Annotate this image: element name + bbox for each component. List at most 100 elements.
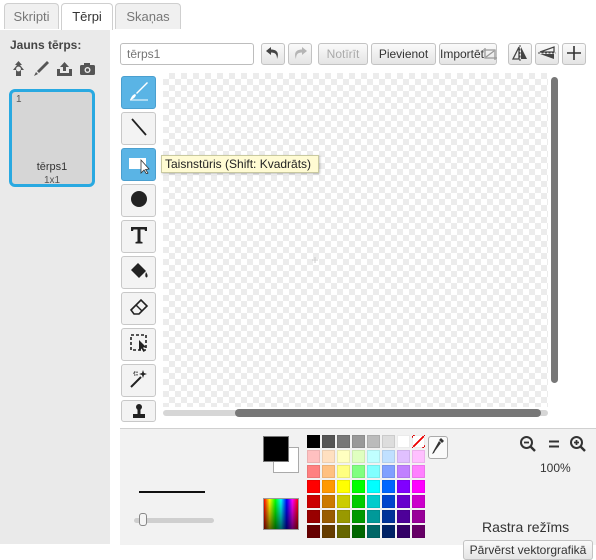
select-tool[interactable] [121, 328, 156, 361]
tab-scripts[interactable]: Skripti [4, 3, 59, 29]
palette-swatch[interactable] [382, 495, 395, 508]
text-tool[interactable] [121, 220, 156, 253]
palette-swatch[interactable] [307, 450, 320, 463]
palette-swatch[interactable] [322, 435, 335, 448]
add-button[interactable]: Pievienot [371, 43, 436, 65]
palette-swatch[interactable] [382, 450, 395, 463]
palette-swatch[interactable] [367, 495, 380, 508]
palette-swatch[interactable] [352, 510, 365, 523]
stamp-tool[interactable] [121, 400, 156, 422]
palette-swatch[interactable] [412, 450, 425, 463]
zoom-in-button[interactable] [568, 435, 588, 455]
palette-swatch[interactable] [367, 450, 380, 463]
palette-swatch[interactable] [412, 465, 425, 478]
palette-swatch[interactable] [322, 510, 335, 523]
palette-swatch[interactable] [397, 465, 410, 478]
palette-swatch[interactable] [382, 510, 395, 523]
palette-swatch[interactable] [337, 465, 350, 478]
brush-tool[interactable] [121, 76, 156, 109]
zoom-reset-button[interactable] [544, 435, 564, 455]
palette-swatch[interactable] [337, 495, 350, 508]
palette-swatch[interactable] [367, 525, 380, 538]
fill-tool[interactable] [121, 256, 156, 289]
horizontal-scroll-thumb[interactable] [235, 409, 541, 417]
palette-swatch[interactable] [412, 525, 425, 538]
clear-button[interactable]: Notīrīt [318, 43, 368, 65]
palette-swatch[interactable] [412, 495, 425, 508]
palette-swatch[interactable] [322, 450, 335, 463]
palette-swatch[interactable] [337, 450, 350, 463]
palette-swatch[interactable] [352, 525, 365, 538]
select-icon [128, 332, 150, 357]
undo-button[interactable] [261, 43, 285, 65]
palette-swatch[interactable] [397, 435, 410, 448]
set-costume-center-icon [566, 45, 582, 64]
palette-swatch[interactable] [397, 510, 410, 523]
palette-swatch[interactable] [307, 480, 320, 493]
palette-swatch[interactable] [322, 495, 335, 508]
text-icon [128, 224, 150, 249]
palette-swatch[interactable] [337, 435, 350, 448]
palette-swatch[interactable] [382, 480, 395, 493]
tab-costumes[interactable]: Tērpi [61, 3, 113, 31]
color-spectrum-picker[interactable] [263, 498, 299, 530]
palette-swatch[interactable] [397, 450, 410, 463]
palette-swatch[interactable] [382, 465, 395, 478]
magic-wand-tool[interactable] [121, 364, 156, 397]
flip-vertical-button[interactable] [535, 43, 559, 65]
palette-swatch[interactable] [367, 465, 380, 478]
palette-swatch[interactable] [382, 525, 395, 538]
camera-icon[interactable] [79, 60, 96, 77]
paint-canvas[interactable] [163, 73, 548, 407]
set-costume-center-button[interactable] [562, 43, 586, 65]
costume-size: 1x1 [43, 175, 61, 186]
palette-swatch[interactable] [307, 465, 320, 478]
palette-swatch[interactable] [367, 510, 380, 523]
palette-swatch[interactable] [397, 495, 410, 508]
primary-color-swatch[interactable] [263, 436, 289, 462]
palette-swatch[interactable] [382, 435, 395, 448]
palette-swatch[interactable] [397, 525, 410, 538]
palette-swatch[interactable] [352, 495, 365, 508]
palette-swatch[interactable] [322, 480, 335, 493]
palette-swatch[interactable] [337, 510, 350, 523]
line-tool[interactable] [121, 112, 156, 145]
vertical-scrollbar[interactable] [550, 73, 559, 407]
palette-swatch[interactable] [352, 450, 365, 463]
convert-to-vector-button[interactable]: Pārvērst vektorgrafikā [463, 540, 593, 560]
palette-swatch[interactable] [352, 480, 365, 493]
eraser-tool[interactable] [121, 292, 156, 325]
palette-swatch[interactable] [412, 510, 425, 523]
palette-swatch[interactable] [307, 510, 320, 523]
horizontal-scrollbar[interactable] [163, 408, 548, 417]
vertical-scroll-thumb[interactable] [551, 77, 558, 383]
palette-swatch[interactable] [337, 480, 350, 493]
palette-swatch[interactable] [307, 525, 320, 538]
paint-brush-icon[interactable] [33, 60, 50, 77]
palette-swatch[interactable] [352, 435, 365, 448]
rectangle-tool[interactable] [121, 148, 156, 181]
sprite-library-icon[interactable] [10, 60, 27, 77]
upload-icon[interactable] [56, 60, 73, 77]
transparent-swatch[interactable] [412, 435, 425, 448]
palette-swatch[interactable] [397, 480, 410, 493]
costume-thumbnail[interactable]: 1 tērps1 1x1 [9, 89, 95, 187]
redo-button[interactable] [288, 43, 312, 65]
palette-swatch[interactable] [412, 480, 425, 493]
flip-horizontal-button[interactable] [508, 43, 532, 65]
zoom-out-icon [519, 435, 537, 456]
palette-swatch[interactable] [367, 480, 380, 493]
palette-swatch[interactable] [322, 525, 335, 538]
palette-swatch[interactable] [367, 435, 380, 448]
palette-swatch[interactable] [307, 435, 320, 448]
eyedropper-button[interactable] [428, 436, 448, 459]
stroke-width-slider-knob[interactable] [139, 513, 147, 526]
palette-swatch[interactable] [352, 465, 365, 478]
palette-swatch[interactable] [337, 525, 350, 538]
costume-name-input[interactable] [120, 43, 254, 65]
palette-swatch[interactable] [322, 465, 335, 478]
palette-swatch[interactable] [307, 495, 320, 508]
tab-sounds[interactable]: Skaņas [115, 3, 181, 29]
zoom-out-button[interactable] [518, 435, 538, 455]
ellipse-tool[interactable] [121, 184, 156, 217]
